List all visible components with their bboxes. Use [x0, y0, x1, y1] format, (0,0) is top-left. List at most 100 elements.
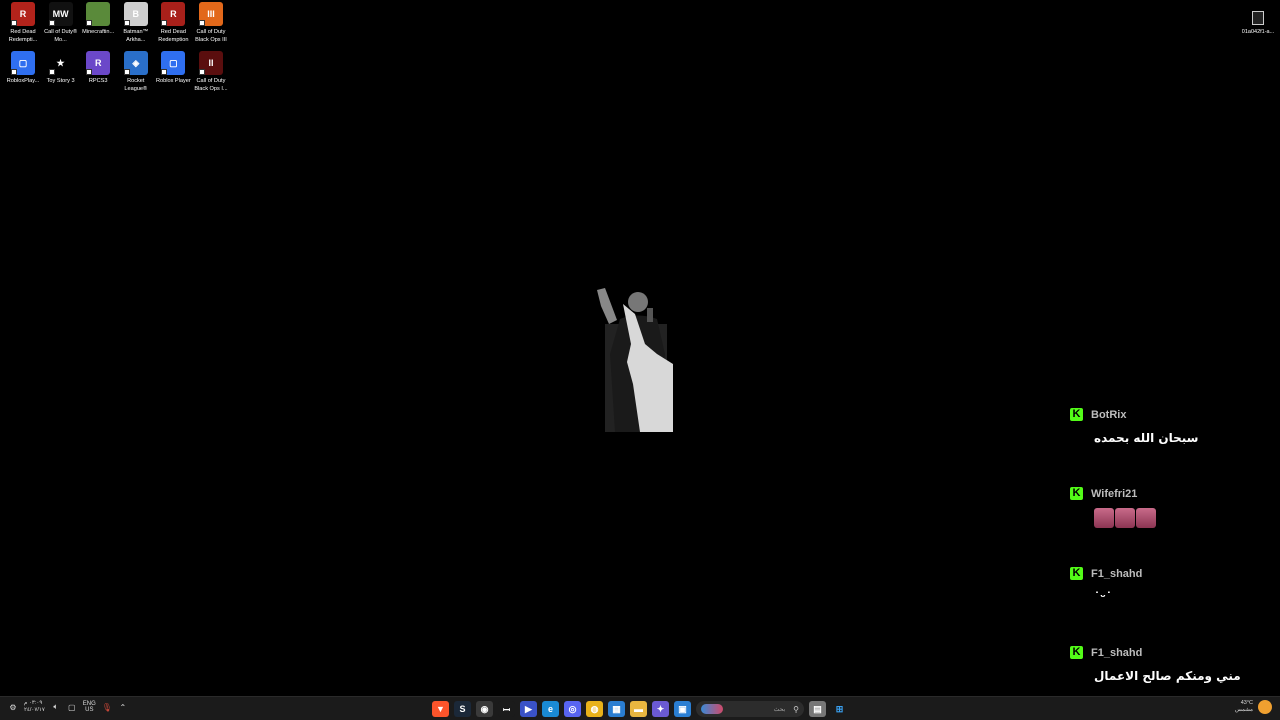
desktop-shortcut[interactable]: R Red Dead Redempti... [4, 2, 42, 51]
steam-icon[interactable]: S [454, 701, 471, 717]
brave-icon[interactable]: ▼ [432, 701, 449, 717]
chrome-icon[interactable]: ◍ [586, 701, 603, 717]
taskbar: ⚙ ٠٣:٠٩ م ٢٤/٠٧/١٧ 🔈︎ ▢ ENG US 🎙︎ ⌃ ▼ S ◉ ꟷ… [0, 696, 1280, 720]
desktop-shortcut[interactable]: Minecraftin... [79, 2, 117, 51]
emote-icon [1136, 508, 1156, 528]
chat-message: K F1_shahd مني ومنكم صالح الاعمال [1070, 646, 1270, 683]
call-of-duty-mw2-icon: MW [48, 2, 73, 26]
language-indicator[interactable]: ENG US [83, 701, 96, 713]
rocket-league-icon: ◈ [123, 51, 148, 75]
desktop-shortcut[interactable]: III Call of Duty Black Ops III [192, 2, 230, 51]
search-placeholder: بحث [773, 706, 786, 713]
desktop-file-shortcut[interactable]: 01a042f1-a... [1240, 11, 1276, 35]
edge-icon[interactable]: e [542, 701, 559, 717]
taskbar-apps: ▼ S ◉ ꟷ ▶ e ◎ ◍ ▦ ▬ ✦ ▣ بحث ⚲ ▤ ⊞ [432, 701, 848, 717]
desktop-shortcut-label: RobloxPlay... [6, 78, 40, 84]
shortcut-arrow-icon [11, 20, 17, 26]
chat-username: F1_shahd [1091, 646, 1143, 659]
kick-badge-icon: K [1070, 567, 1083, 580]
microphone-icon[interactable]: 🎙︎ [102, 702, 112, 712]
clock-time: ٠٣:٠٩ م [24, 700, 43, 706]
batman-arkham-icon: B [123, 2, 148, 26]
desktop-shortcut[interactable]: ★ Toy Story 3 [42, 51, 80, 100]
chat-message: K BotRix سبحان الله بحمده [1070, 408, 1270, 445]
copilot-icon[interactable]: ✦ [652, 701, 669, 717]
shortcut-arrow-icon [48, 20, 55, 26]
clock-date: ٢٤/٠٧/١٧ [24, 707, 45, 713]
shortcut-arrow-icon [86, 69, 93, 75]
desktop-shortcut-label: RPCS3 [88, 78, 108, 84]
desktop-icons: R Red Dead Redempti... MW Call of Duty® Mo.… [4, 2, 230, 100]
app-icon[interactable]: ꟷ [498, 701, 515, 717]
desktop-shortcut-label: Toy Story 3 [46, 78, 75, 84]
kick-badge-icon: K [1070, 408, 1083, 421]
rpcs3-icon: R [86, 51, 111, 75]
desktop-shortcut-label: Red Dead Redemption [158, 29, 189, 43]
system-tray-left: ⚙ ٠٣:٠٩ م ٢٤/٠٧/١٧ 🔈︎ ▢ ENG US 🎙︎ ⌃ [8, 700, 128, 714]
black-ops-3-icon: III [198, 2, 223, 26]
notepad-icon[interactable]: ▤ [809, 701, 826, 717]
shortcut-arrow-icon [161, 69, 168, 75]
roblox-player-icon: ▢ [11, 51, 35, 75]
desktop-shortcut[interactable]: ◈ Rocket League® [117, 51, 155, 100]
shortcut-arrow-icon [11, 69, 17, 75]
desktop-shortcut[interactable]: B Batman™ Arkha... [117, 2, 155, 51]
obs-icon[interactable]: ◉ [476, 701, 493, 717]
chat-text: سبحان الله بحمده [1094, 431, 1199, 445]
windows-start-icon[interactable]: ⊞ [831, 701, 848, 717]
clock[interactable]: ٠٣:٠٩ م ٢٤/٠٧/١٧ [24, 700, 45, 714]
discord-icon[interactable]: ◎ [564, 701, 581, 717]
red-dead-redemption-2-icon: R [11, 2, 35, 26]
desktop-shortcut-label: Call of Duty Black Ops III [195, 29, 227, 43]
region-label: US [85, 707, 94, 713]
window-icon[interactable]: ▣ [674, 701, 691, 717]
search-icon: ⚲ [793, 704, 799, 714]
folder-icon[interactable]: ▬ [630, 701, 647, 717]
shortcut-arrow-icon [123, 20, 130, 26]
desktop-shortcut[interactable]: R Red Dead Redemption [154, 2, 192, 51]
chat-text: ˙ᵕ˙ [1094, 590, 1112, 604]
volume-icon[interactable]: 🔈︎ [51, 702, 61, 712]
shortcut-arrow-icon [48, 69, 55, 75]
weather-temp: 43°C [1240, 700, 1253, 706]
chat-message: K F1_shahd ˙ᵕ˙ [1070, 567, 1270, 604]
desktop-shortcut[interactable]: II Call of Duty Black Ops I... [192, 51, 230, 100]
store-icon[interactable]: ▦ [608, 701, 625, 717]
sun-icon [1258, 700, 1272, 714]
chat-username: Wifefri21 [1091, 487, 1138, 500]
settings-icon[interactable]: ⚙ [8, 702, 18, 712]
stream-overlay-image [595, 284, 674, 432]
desktop-shortcut-label: Rocket League® [124, 78, 148, 92]
search-box[interactable]: بحث ⚲ [696, 701, 804, 717]
chat-text: مني ومنكم صالح الاعمال [1094, 669, 1241, 683]
shortcut-arrow-icon [123, 69, 130, 75]
desktop-shortcut-label: Call of Duty Black Ops I... [194, 78, 228, 92]
emote-icon [1094, 508, 1114, 528]
desktop-shortcut-label: Call of Duty® Mo... [44, 29, 78, 43]
network-icon[interactable]: ▢ [67, 702, 77, 712]
chat-username: F1_shahd [1091, 567, 1143, 580]
kick-badge-icon: K [1070, 487, 1083, 500]
desktop-shortcut[interactable]: R RPCS3 [79, 51, 117, 100]
minecraft-icon [86, 2, 111, 26]
chevron-up-icon[interactable]: ⌃ [118, 702, 128, 712]
desktop-file-label: 01a042f1-a... [1241, 29, 1275, 35]
desktop-shortcut-label: Minecraftin... [82, 29, 115, 35]
desktop-shortcut-label: Batman™ Arkha... [123, 29, 149, 43]
weather-desc: مشمس [1234, 707, 1253, 713]
desktop-shortcut-label: Roblox Player [155, 78, 191, 84]
toy-story-3-icon: ★ [48, 51, 73, 75]
shortcut-arrow-icon [198, 20, 205, 26]
media-player-icon[interactable]: ▶ [520, 701, 537, 717]
desktop-shortcut[interactable]: ▢ Roblox Player [154, 51, 192, 100]
chat-username: BotRix [1091, 408, 1127, 421]
desktop-shortcut[interactable]: MW Call of Duty® Mo... [42, 2, 80, 51]
desktop-shortcut-label: Red Dead Redempti... [8, 29, 38, 43]
system-tray-right: 43°C مشمس [1235, 700, 1272, 714]
file-icon [1252, 11, 1264, 25]
weather-widget[interactable]: 43°C مشمس [1235, 700, 1253, 714]
kick-badge-icon: K [1070, 646, 1083, 659]
emote-row [1094, 508, 1270, 528]
desktop-shortcut[interactable]: ▢ RobloxPlay... [4, 51, 42, 100]
roblox-player-icon: ▢ [161, 51, 186, 75]
